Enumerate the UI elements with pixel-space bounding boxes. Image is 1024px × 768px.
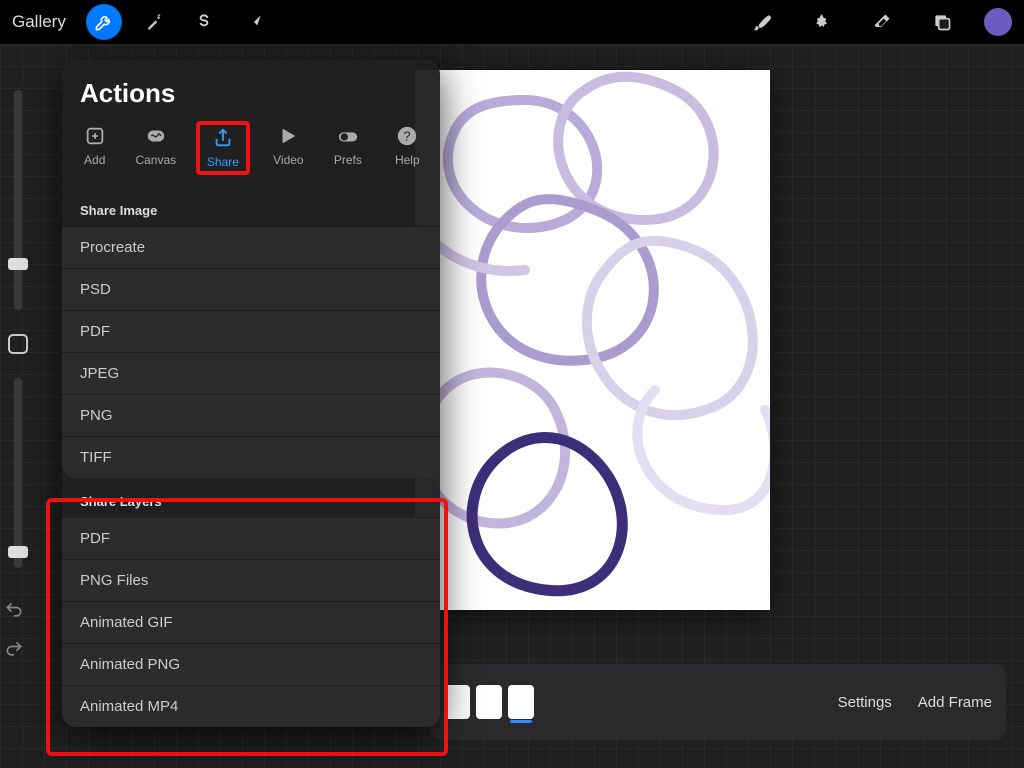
frame-thumb[interactable] [476, 685, 502, 719]
canvas[interactable] [415, 70, 770, 610]
share-layers-png-files[interactable]: PNG Files [62, 559, 440, 601]
tab-canvas-label: Canvas [135, 153, 176, 167]
modify-button[interactable] [8, 334, 28, 354]
gallery-link[interactable]: Gallery [12, 12, 66, 32]
frame-thumb[interactable] [444, 685, 470, 719]
layers-icon[interactable] [924, 4, 960, 40]
eraser-icon[interactable] [864, 4, 900, 40]
transform-arrow-icon[interactable] [236, 4, 272, 40]
tab-help-label: Help [395, 153, 420, 167]
share-image-psd[interactable]: PSD [62, 268, 440, 310]
frame-thumb-selected[interactable] [508, 685, 534, 719]
share-layers-animated-gif[interactable]: Animated GIF [62, 601, 440, 643]
share-layers-list: PDF PNG Files Animated GIF Animated PNG … [62, 517, 440, 727]
share-image-tiff[interactable]: TIFF [62, 436, 440, 478]
share-image-procreate[interactable]: Procreate [62, 226, 440, 268]
undo-icon[interactable] [4, 600, 24, 625]
tab-video-label: Video [273, 153, 303, 167]
actions-tab-row: Add Canvas Share Video Prefs ? Help [62, 121, 440, 187]
brush-size-slider[interactable] [14, 90, 22, 310]
share-layers-animated-mp4[interactable]: Animated MP4 [62, 685, 440, 727]
actions-wrench-icon[interactable] [86, 4, 122, 40]
actions-title: Actions [62, 78, 440, 121]
selection-s-icon[interactable] [186, 4, 222, 40]
animation-timeline: Settings Add Frame [430, 664, 1006, 740]
tab-prefs[interactable]: Prefs [327, 121, 368, 175]
timeline-add-frame[interactable]: Add Frame [918, 694, 992, 711]
share-image-jpeg[interactable]: JPEG [62, 352, 440, 394]
tab-add-label: Add [84, 153, 105, 167]
top-toolbar: Gallery [0, 0, 1024, 44]
opacity-thumb[interactable] [8, 546, 28, 558]
opacity-slider[interactable] [14, 378, 22, 568]
side-sliders [4, 90, 32, 568]
share-image-list: Procreate PSD PDF JPEG PNG TIFF [62, 226, 440, 478]
tab-canvas[interactable]: Canvas [133, 121, 178, 175]
redo-icon[interactable] [4, 639, 24, 664]
share-layers-pdf[interactable]: PDF [62, 517, 440, 559]
tab-prefs-label: Prefs [334, 153, 362, 167]
brush-size-thumb[interactable] [8, 258, 28, 270]
share-image-png[interactable]: PNG [62, 394, 440, 436]
tab-help[interactable]: ? Help [387, 121, 428, 175]
color-swatch[interactable] [984, 8, 1012, 36]
smudge-icon[interactable] [804, 4, 840, 40]
share-layers-label: Share Layers [62, 478, 440, 517]
tab-add[interactable]: Add [74, 121, 115, 175]
share-image-label: Share Image [62, 187, 440, 226]
share-image-pdf[interactable]: PDF [62, 310, 440, 352]
timeline-settings[interactable]: Settings [838, 694, 892, 711]
share-layers-animated-png[interactable]: Animated PNG [62, 643, 440, 685]
tab-share-label: Share [207, 155, 239, 169]
tab-share[interactable]: Share [196, 121, 249, 175]
actions-popover: Actions Add Canvas Share Video Prefs ? H… [62, 60, 440, 727]
svg-text:?: ? [404, 129, 411, 144]
brush-icon[interactable] [744, 4, 780, 40]
adjustments-wand-icon[interactable] [136, 4, 172, 40]
tab-video[interactable]: Video [268, 121, 309, 175]
